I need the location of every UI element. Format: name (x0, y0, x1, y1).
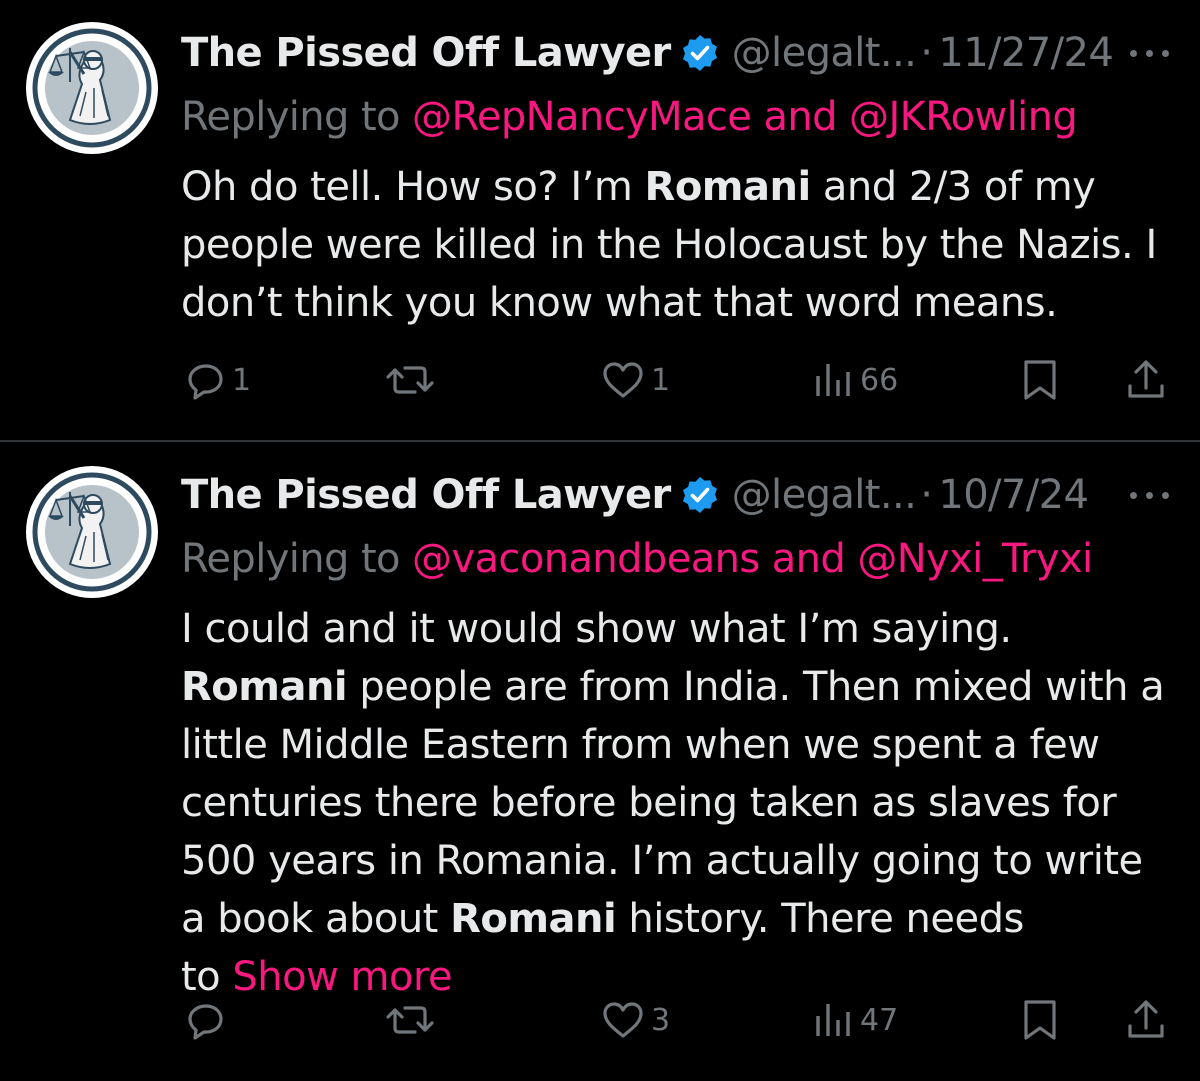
tweet-text-line: people were killed in the Holocaust by t… (181, 222, 1157, 268)
like-count: 3 (651, 1002, 671, 1038)
mention-link[interactable]: @Nyxi_Tryxi (857, 536, 1093, 582)
views-chart-icon (816, 364, 850, 396)
tweet-text-line: I could and it would show what I’m sayin… (181, 606, 1012, 652)
views-count: 47 (860, 1002, 899, 1038)
replying-prefix: Replying to (181, 94, 401, 140)
tweet-text-line: Romani people are from India. Then mixed… (181, 664, 1165, 710)
replying-and[interactable]: and (772, 536, 846, 582)
share-icon (1128, 360, 1164, 398)
tweet-text: I could and it would show what I’m sayin… (181, 600, 1181, 1006)
avatar[interactable] (26, 466, 158, 598)
more-options-icon[interactable] (1128, 43, 1172, 63)
replying-to: Replying to @RepNancyMace and @JKRowling (181, 92, 1078, 142)
verified-badge-icon (680, 475, 720, 515)
share-button[interactable] (1126, 355, 1166, 405)
avatar[interactable] (26, 22, 158, 154)
mention-link[interactable]: @RepNancyMace (412, 94, 752, 140)
more-options-icon[interactable] (1128, 485, 1172, 505)
heart-icon (603, 1002, 643, 1038)
author-handle[interactable]: @legalt... (732, 30, 917, 76)
author-name[interactable]: The Pissed Off Lawyer (181, 30, 671, 76)
views-count: 66 (860, 362, 899, 398)
separator-dot: · (920, 30, 933, 76)
tweet-text-line: don’t think you know what that word mean… (181, 280, 1058, 326)
lady-justice-avatar-icon (32, 472, 152, 592)
tweet-text-line: little Middle Eastern from when we spent… (181, 722, 1100, 768)
like-button[interactable]: 1 (601, 355, 670, 405)
author-name[interactable]: The Pissed Off Lawyer (181, 472, 671, 518)
tweet-text-line: 500 years in Romania. I’m actually going… (181, 838, 1143, 884)
bookmark-button[interactable] (1022, 995, 1058, 1045)
reply-count: 1 (232, 362, 252, 398)
views-chart-icon (816, 1004, 850, 1036)
reply-icon (188, 364, 223, 400)
mention-link[interactable]: @JKRowling (849, 94, 1078, 140)
tweet-text-line: centuries there before being taken as sl… (181, 780, 1117, 826)
tweet-header: The Pissed Off Lawyer @legalt... · 10/7/… (181, 470, 1089, 520)
views-button[interactable]: 66 (814, 355, 898, 405)
tweet[interactable]: The Pissed Off Lawyer @legalt... · 10/7/… (0, 442, 1200, 1081)
retweet-button[interactable] (385, 995, 441, 1045)
views-button[interactable]: 47 (814, 995, 898, 1045)
reply-button[interactable]: 1 (186, 355, 251, 405)
like-button[interactable]: 3 (601, 995, 670, 1045)
like-count: 1 (651, 362, 671, 398)
show-more-link[interactable]: Show more (232, 954, 452, 1000)
tweet-text: Oh do tell. How so? I’m Romani and 2/3 o… (181, 158, 1181, 332)
replying-to: Replying to @vaconandbeans and @Nyxi_Try… (181, 534, 1093, 584)
tweet[interactable]: The Pissed Off Lawyer @legalt... · 11/27… (0, 0, 1200, 441)
reply-button[interactable] (186, 995, 232, 1045)
bookmark-button[interactable] (1022, 355, 1058, 405)
tweet-actions: 3 47 (0, 995, 1200, 1045)
tweet-date[interactable]: 10/7/24 (938, 472, 1089, 518)
tweet-header: The Pissed Off Lawyer @legalt... · 11/27… (181, 28, 1114, 78)
retweet-button[interactable] (385, 355, 441, 405)
bookmark-icon (1024, 1000, 1056, 1040)
retweet-icon (386, 1006, 434, 1034)
verified-badge-icon (680, 33, 720, 73)
author-handle[interactable]: @legalt... (732, 472, 917, 518)
tweet-text-line: Oh do tell. How so? I’m Romani and 2/3 o… (181, 164, 1096, 210)
tweet-date[interactable]: 11/27/24 (938, 30, 1113, 76)
mention-link[interactable]: @vaconandbeans (412, 536, 760, 582)
replying-and[interactable]: and (763, 94, 837, 140)
share-button[interactable] (1126, 995, 1166, 1045)
share-icon (1128, 1000, 1164, 1038)
tweet-text-line: a book about Romani history. There needs (181, 896, 1024, 942)
heart-icon (603, 362, 643, 398)
lady-justice-avatar-icon (32, 28, 152, 148)
replying-prefix: Replying to (181, 536, 401, 582)
reply-icon (188, 1004, 223, 1040)
bookmark-icon (1024, 360, 1056, 400)
retweet-icon (386, 366, 434, 394)
tweet-actions: 1 1 66 (0, 355, 1200, 405)
separator-dot: · (920, 472, 933, 518)
